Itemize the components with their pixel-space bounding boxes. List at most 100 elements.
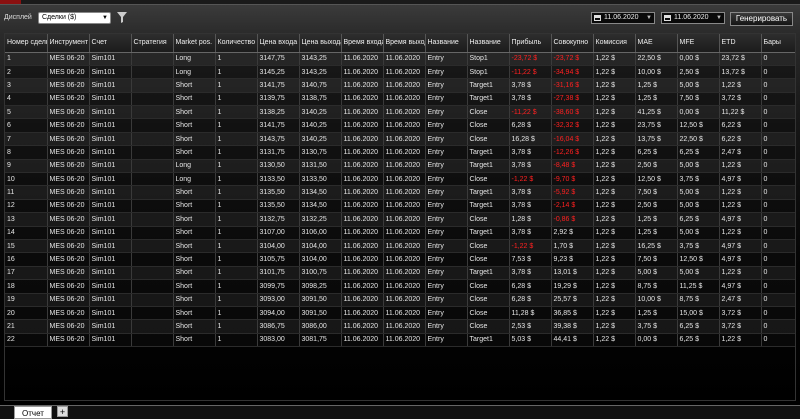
column-header[interactable]: ETD — [719, 34, 762, 53]
table-cell: 3133,50 — [299, 172, 342, 187]
table-row[interactable]: 18 MES 06-20 Sim101 Short 1 3099,75 3098,25 11.… — [5, 279, 795, 294]
table-row[interactable]: 6 MES 06-20 Sim101 Short 1 3141,75 3140,25 11.0… — [5, 118, 795, 133]
table-cell: 3140,25 — [299, 118, 342, 133]
table-row[interactable]: 10 MES 06-20 Sim101 Long 1 3133,50 3133,50 11.0… — [5, 172, 795, 187]
table-row[interactable]: 22 MES 06-20 Sim101 Short 1 3083,00 3081,75 11.… — [5, 333, 795, 348]
tab-report[interactable]: Отчет — [14, 406, 52, 419]
table-cell: 1 — [215, 252, 258, 267]
table-cell: Sim101 — [89, 266, 132, 281]
table-cell: Sim101 — [89, 65, 132, 80]
table-cell: 10 — [5, 172, 48, 187]
table-cell: Sim101 — [89, 252, 132, 267]
column-header[interactable]: Счет — [89, 34, 132, 53]
table-row[interactable]: 14 MES 06-20 Sim101 Short 1 3107,00 3106,00 11.… — [5, 226, 795, 240]
column-header[interactable]: Количество — [215, 34, 258, 53]
table-row[interactable]: 7 MES 06-20 Sim101 Short 1 3143,75 3140,25 11.0… — [5, 132, 795, 147]
table-cell: 3101,75 — [257, 266, 300, 281]
table-row[interactable]: 4 MES 06-20 Sim101 Short 1 3139,75 3138,75 11.0… — [5, 92, 795, 107]
table-cell: Short — [173, 185, 216, 200]
table-cell: 1,22 $ — [593, 252, 636, 267]
table-cell: Sim101 — [89, 118, 132, 133]
column-header[interactable]: MAE — [635, 34, 678, 53]
table-cell: Short — [173, 333, 216, 348]
table-cell: 11.06.2020 — [383, 199, 426, 214]
table-cell: 1 — [215, 78, 258, 93]
table-cell: 23,75 $ — [635, 118, 678, 133]
table-row[interactable]: 20 MES 06-20 Sim101 Short 1 3094,00 3091,50 11.… — [5, 306, 795, 321]
date-to-picker[interactable]: 11.06.2020 ▼ — [661, 12, 725, 24]
table-cell: -5,92 $ — [551, 185, 594, 200]
calendar-icon — [664, 15, 671, 21]
table-cell: Entry — [425, 266, 468, 281]
column-header[interactable]: Комиссия — [593, 34, 636, 53]
table-cell: MES 06-20 — [47, 252, 90, 267]
table-row[interactable]: 8 MES 06-20 Sim101 Short 1 3131,75 3130,75 11.0… — [5, 145, 795, 160]
table-cell: 0 — [761, 52, 795, 66]
table-cell: MES 06-20 — [47, 212, 90, 227]
table-cell: Target1 — [467, 266, 510, 281]
table-cell: 0 — [761, 293, 795, 307]
display-select[interactable]: Сделки ($) ▼ — [38, 12, 111, 24]
column-header[interactable]: Время выхода — [383, 34, 426, 53]
table-cell: 11.06.2020 — [341, 252, 384, 267]
table-cell: 1 — [215, 226, 258, 240]
table-row[interactable]: 3 MES 06-20 Sim101 Short 1 3141,75 3140,75 11.0… — [5, 78, 795, 93]
column-header[interactable]: Название — [425, 34, 468, 53]
table-cell: Short — [173, 252, 216, 267]
column-header[interactable]: MFE — [677, 34, 720, 53]
table-row[interactable]: 5 MES 06-20 Sim101 Short 1 3138,25 3140,25 11.0… — [5, 105, 795, 120]
filter-icon[interactable] — [117, 12, 127, 23]
table-cell: 5,00 $ — [677, 159, 720, 174]
table-row[interactable]: 11 MES 06-20 Sim101 Short 1 3135,50 3134,50 11.… — [5, 185, 795, 200]
table-row[interactable]: 16 MES 06-20 Sim101 Short 1 3105,75 3104,00 11.… — [5, 252, 795, 267]
column-header[interactable]: Совокупно — [551, 34, 594, 53]
table-cell: Close — [467, 319, 510, 334]
column-header[interactable]: Название — [467, 34, 510, 53]
table-cell: 2,92 $ — [551, 226, 594, 240]
table-cell: 3145,25 — [257, 65, 300, 80]
table-row[interactable]: 2 MES 06-20 Sim101 Long 1 3145,25 3143,25 11.06… — [5, 65, 795, 80]
table-cell: 1,22 $ — [593, 239, 636, 254]
table-cell: 3134,50 — [299, 185, 342, 200]
table-cell: 1,25 $ — [635, 78, 678, 93]
table-row[interactable]: 9 MES 06-20 Sim101 Long 1 3130,50 3131,50 11.06… — [5, 159, 795, 174]
table-cell — [131, 239, 174, 254]
table-cell: 5,00 $ — [677, 226, 720, 240]
table-cell: Sim101 — [89, 92, 132, 107]
table-cell: 3,75 $ — [635, 319, 678, 334]
column-header[interactable]: Прибыль — [509, 34, 552, 53]
table-row[interactable]: 15 MES 06-20 Sim101 Short 1 3104,00 3104,00 11.… — [5, 239, 795, 254]
table-cell — [131, 105, 174, 120]
column-header[interactable]: Цена выхода — [299, 34, 342, 53]
table-cell: 3104,00 — [257, 239, 300, 254]
table-cell: 11.06.2020 — [383, 212, 426, 227]
add-tab-button[interactable]: + — [57, 406, 68, 417]
table-row[interactable]: 13 MES 06-20 Sim101 Short 1 3132,75 3132,25 11.… — [5, 212, 795, 227]
column-header[interactable]: Бары — [761, 34, 795, 53]
table-cell: 11.06.2020 — [341, 239, 384, 254]
table-cell: Entry — [425, 212, 468, 227]
date-from-picker[interactable]: 11.06.2020 ▼ — [591, 12, 655, 24]
generate-button[interactable]: Генерировать — [730, 12, 793, 26]
table-cell: 3,78 $ — [509, 185, 552, 200]
table-cell: MES 06-20 — [47, 185, 90, 200]
table-cell: 1,22 $ — [719, 266, 762, 281]
table-cell: 11.06.2020 — [383, 185, 426, 200]
column-header[interactable]: Время входа — [341, 34, 384, 53]
table-cell: Entry — [425, 65, 468, 80]
table-cell: 3134,50 — [299, 199, 342, 214]
column-header[interactable]: Цена входа — [257, 34, 300, 53]
table-cell: 14 — [5, 226, 48, 240]
table-cell: 1,22 $ — [593, 226, 636, 240]
table-cell: 6,28 $ — [509, 293, 552, 307]
table-row[interactable]: 12 MES 06-20 Sim101 Short 1 3135,50 3134,50 11.… — [5, 199, 795, 214]
column-header[interactable]: Номер сделки — [5, 34, 48, 53]
table-row[interactable]: 17 MES 06-20 Sim101 Short 1 3101,75 3100,75 11.… — [5, 266, 795, 281]
table-cell: 3,78 $ — [509, 145, 552, 160]
table-row[interactable]: 19 MES 06-20 Sim101 Short 1 3093,00 3091,50 11.… — [5, 293, 795, 307]
table-row[interactable]: 1 MES 06-20 Sim101 Long 1 3147,75 3143,25 11.06… — [5, 52, 795, 66]
column-header[interactable]: Market pos. — [173, 34, 216, 53]
column-header[interactable]: Стратегия — [131, 34, 174, 53]
column-header[interactable]: Инструмент — [47, 34, 90, 53]
table-row[interactable]: 21 MES 06-20 Sim101 Short 1 3086,75 3086,00 11.… — [5, 319, 795, 334]
